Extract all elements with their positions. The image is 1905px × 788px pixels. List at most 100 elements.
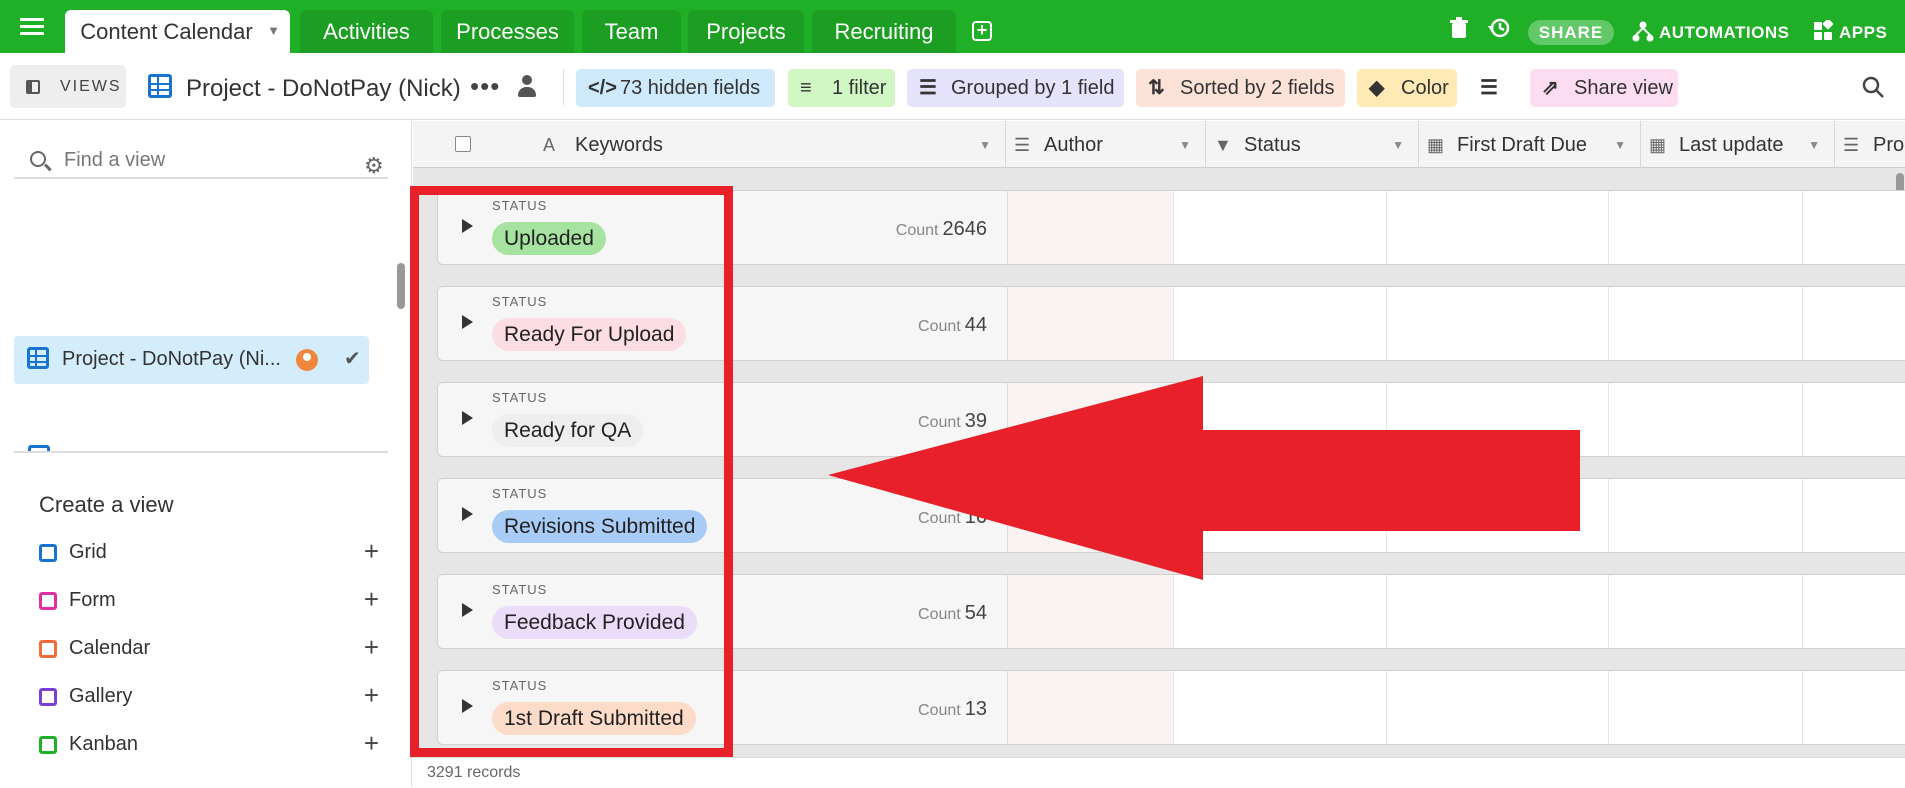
column-header-row: A Keywords ▼ ☰ Author ▼ ▼ Status ▼ ▦ First Dra… <box>413 121 1905 168</box>
create-grid-view[interactable]: Grid + <box>39 536 379 568</box>
sidebar-item-partial[interactable] <box>14 443 388 453</box>
plus-icon[interactable]: + <box>364 728 379 759</box>
column-label: Last update <box>1679 134 1784 156</box>
row-height-button[interactable]: ☰ <box>1476 69 1510 107</box>
sidebar-scrollbar[interactable] <box>397 263 405 309</box>
row-height-icon: ☰ <box>1480 77 1498 99</box>
create-gallery-view[interactable]: Gallery + <box>39 680 379 712</box>
color-button[interactable]: ◆ Color <box>1357 69 1457 107</box>
group-count: Count 44 <box>918 314 987 337</box>
group-label: Grouped by 1 field <box>951 77 1115 99</box>
more-options-icon[interactable]: ••• <box>470 71 500 102</box>
tab-label: Content Calendar <box>80 19 253 44</box>
view-name[interactable]: Project - DoNotPay (Nick) <box>186 75 461 103</box>
group-count: Count 54 <box>918 602 987 625</box>
create-kanban-view[interactable]: Kanban + <box>39 728 379 760</box>
count-value: 2646 <box>942 218 988 240</box>
single-select-icon: ▼ <box>1214 135 1232 155</box>
find-view-placeholder: Find a view <box>64 149 166 171</box>
count-label: Count <box>895 222 939 239</box>
grid-view-icon <box>27 347 49 369</box>
tab-processes[interactable]: Processes <box>441 10 574 53</box>
count-value: 44 <box>964 314 987 336</box>
menu-icon[interactable] <box>20 18 44 36</box>
select-all-checkbox[interactable] <box>455 136 471 152</box>
find-view-input[interactable]: Find a view ⚙ <box>14 143 388 179</box>
count-label: Count <box>918 606 961 623</box>
history-icon[interactable] <box>1488 17 1510 39</box>
automations-button[interactable]: AUTOMATIONS <box>1659 20 1789 45</box>
sidebar-item-active-view[interactable]: Project - DoNotPay (Ni... ✔ <box>14 336 369 384</box>
tab-team[interactable]: Team <box>582 10 681 53</box>
hidden-fields-label: 73 hidden fields <box>620 77 761 99</box>
plus-icon[interactable]: + <box>364 632 379 663</box>
personal-view-icon[interactable] <box>517 75 537 99</box>
grid-view-icon <box>28 445 50 451</box>
column-label: Pro <box>1873 134 1905 156</box>
column-header-status[interactable]: ▼ Status ▼ <box>1206 121 1419 168</box>
hidden-fields-button[interactable]: </> 73 hidden fields <box>576 69 775 107</box>
column-header-last-update[interactable]: ▦ Last update ▼ <box>1641 121 1835 168</box>
create-item-label: Kanban <box>69 733 138 755</box>
group-count: Count 16 <box>918 506 987 529</box>
tab-recruiting[interactable]: Recruiting <box>812 10 956 53</box>
create-item-label: Grid <box>69 541 107 563</box>
chevron-down-icon[interactable]: ▼ <box>1179 121 1191 169</box>
group-summary-cells <box>1008 191 1905 264</box>
divider <box>563 69 564 105</box>
column-header-pro[interactable]: ☰ Pro <box>1835 121 1905 168</box>
group-summary-cells <box>1008 575 1905 648</box>
share-view-button[interactable]: ⇗ Share view <box>1530 69 1678 107</box>
chevron-down-icon[interactable]: ▼ <box>1808 121 1820 169</box>
sort-button[interactable]: ⇅ Sorted by 2 fields <box>1136 69 1345 107</box>
count-label: Count <box>918 702 961 719</box>
create-item-label: Gallery <box>69 685 133 707</box>
group-summary-cells <box>1008 287 1905 360</box>
chevron-down-icon[interactable]: ▼ <box>979 121 991 169</box>
record-count: 3291 records <box>413 757 1905 787</box>
share-button[interactable]: SHARE <box>1528 20 1614 45</box>
create-calendar-view[interactable]: Calendar + <box>39 632 379 664</box>
filter-button[interactable]: ≡ 1 filter <box>788 69 895 107</box>
checkmark-icon: ✔ <box>344 348 361 370</box>
plus-icon[interactable]: + <box>364 584 379 615</box>
multiline-field-icon: ☰ <box>1843 135 1860 155</box>
gallery-icon <box>39 688 57 706</box>
form-icon <box>39 592 57 610</box>
add-table-icon[interactable]: + <box>972 21 992 41</box>
apps-button[interactable]: APPS <box>1839 20 1887 45</box>
top-bar: Content Calendar ▼ Activities Processes T… <box>0 0 1905 53</box>
views-toggle-button[interactable]: VIEWS <box>10 65 126 108</box>
view-toolbar: VIEWS Project - DoNotPay (Nick) ••• </> 7… <box>0 53 1905 120</box>
external-link-icon: ⇗ <box>1542 77 1559 99</box>
tab-content-calendar[interactable]: Content Calendar ▼ <box>65 10 290 53</box>
chevron-down-icon[interactable]: ▼ <box>267 9 280 52</box>
trash-icon[interactable] <box>1448 17 1470 39</box>
search-icon[interactable] <box>1862 76 1884 98</box>
chevron-down-icon[interactable]: ▼ <box>1392 121 1404 169</box>
count-label: Count <box>918 414 961 431</box>
apps-icon[interactable] <box>1812 20 1834 42</box>
tab-activities[interactable]: Activities <box>300 10 433 53</box>
chevron-down-icon[interactable]: ▼ <box>1614 121 1626 169</box>
gear-icon[interactable]: ⚙ <box>364 149 384 183</box>
avatar <box>296 349 318 371</box>
plus-icon[interactable]: + <box>364 680 379 711</box>
color-label: Color <box>1401 77 1449 99</box>
count-label: Count <box>918 510 961 527</box>
group-summary-cells <box>1008 479 1905 552</box>
sort-label: Sorted by 2 fields <box>1180 77 1335 99</box>
column-header-first-draft-due[interactable]: ▦ First Draft Due ▼ <box>1419 121 1641 168</box>
group-count: Count 39 <box>918 410 987 433</box>
group-summary-cells <box>1008 671 1905 744</box>
tab-projects[interactable]: Projects <box>688 10 804 53</box>
automations-icon[interactable] <box>1632 20 1654 42</box>
plus-icon[interactable]: + <box>364 536 379 567</box>
column-header-keywords[interactable]: A Keywords ▼ <box>413 121 1006 168</box>
column-header-author[interactable]: ☰ Author ▼ <box>1006 121 1206 168</box>
count-label: Count <box>918 318 961 335</box>
group-button[interactable]: ☰ Grouped by 1 field <box>907 69 1124 107</box>
text-field-icon: A <box>543 135 556 155</box>
create-form-view[interactable]: Form + <box>39 584 379 616</box>
column-label: Author <box>1044 134 1103 156</box>
